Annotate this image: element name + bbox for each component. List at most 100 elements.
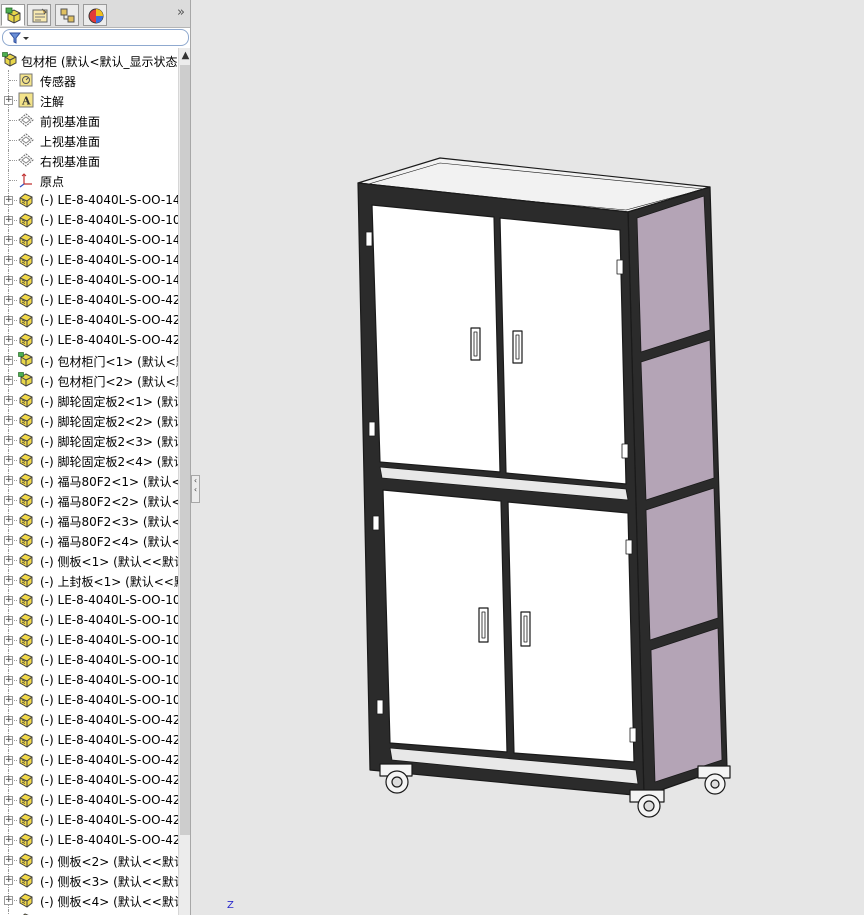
expand-toggle[interactable]: + bbox=[4, 696, 13, 705]
expand-toggle[interactable]: + bbox=[4, 896, 13, 905]
tree-item[interactable]: + (-) LE-8-4040L-S-OO-14 bbox=[0, 230, 178, 250]
tree-item[interactable]: + (-) 侧板<1> (默认<<默认 bbox=[0, 550, 178, 570]
expand-toggle[interactable]: + bbox=[4, 316, 13, 325]
part-icon bbox=[18, 692, 34, 708]
panel-collapse-handle[interactable]: ‹ ‹ bbox=[191, 475, 200, 503]
tree-item[interactable]: + (-) LE-8-4040L-S-OO-10 bbox=[0, 670, 178, 690]
expand-toggle[interactable]: + bbox=[4, 596, 13, 605]
tree-item[interactable]: 传感器 bbox=[0, 70, 178, 90]
expand-toggle[interactable]: + bbox=[4, 376, 13, 385]
tree-item[interactable]: + (-) LE-8-4040L-S-OO-42 bbox=[0, 830, 178, 850]
part-icon bbox=[18, 532, 34, 548]
tree-item[interactable]: + (-) 侧板<2> (默认<<默认 bbox=[0, 850, 178, 870]
tree-item[interactable]: + (-) 福马80F2<3> (默认< bbox=[0, 510, 178, 530]
tree-item[interactable]: + (-) 福马80F2<2> (默认< bbox=[0, 490, 178, 510]
expand-toggle[interactable]: + bbox=[4, 536, 13, 545]
tree-item[interactable]: + (-) LE-8-4040L-S-OO-10 bbox=[0, 610, 178, 630]
expand-toggle[interactable]: + bbox=[4, 616, 13, 625]
expand-toggle[interactable]: + bbox=[4, 516, 13, 525]
tree-item[interactable]: + (-) LE-8-4040L-S-OO-10 bbox=[0, 630, 178, 650]
expand-toggle[interactable]: + bbox=[4, 256, 13, 265]
expand-toggle[interactable]: + bbox=[4, 636, 13, 645]
tree-item[interactable]: + (-) 侧板<3> (默认<<默认 bbox=[0, 870, 178, 890]
tree-item[interactable]: + A 注解 bbox=[0, 90, 178, 110]
expand-toggle[interactable]: + bbox=[4, 336, 13, 345]
tree-item[interactable]: + (-) LE-8-4040L-S-OO-10 bbox=[0, 210, 178, 230]
tree-item[interactable]: 右视基准面 bbox=[0, 150, 178, 170]
tree-item[interactable]: + (-) 脚轮固定板2<3> (默认 bbox=[0, 430, 178, 450]
tree-item[interactable]: + (-) 脚轮固定板2<4> (默认 bbox=[0, 450, 178, 470]
tree-item[interactable]: + (-) 福马80F2<1> (默认< bbox=[0, 470, 178, 490]
tab-property-manager[interactable] bbox=[27, 4, 51, 26]
part-icon bbox=[18, 312, 34, 328]
tree-item[interactable]: + (-) LE-8-4040L-S-OO-10 bbox=[0, 650, 178, 670]
expand-toggle[interactable]: + bbox=[4, 816, 13, 825]
expand-toggle[interactable]: + bbox=[4, 436, 13, 445]
tab-feature-manager[interactable] bbox=[1, 4, 25, 26]
tree-item[interactable]: + (-) LE-8-4040L-S-OO-42 bbox=[0, 770, 178, 790]
expand-toggle[interactable]: + bbox=[4, 796, 13, 805]
tree-item[interactable]: + (-) LE-8-4040L-S-OO-10 bbox=[0, 690, 178, 710]
tree-item[interactable]: + (-) LE-8-4040L-S-OO-10 bbox=[0, 590, 178, 610]
expand-toggle[interactable]: + bbox=[4, 876, 13, 885]
scroll-thumb[interactable] bbox=[180, 65, 190, 835]
tree-scrollbar[interactable]: ▲ bbox=[178, 48, 190, 915]
expand-toggle[interactable]: + bbox=[4, 216, 13, 225]
expand-toggle[interactable]: + bbox=[4, 296, 13, 305]
tree-item[interactable]: + (-) LE-8-4040L-S-OO-42 bbox=[0, 710, 178, 730]
expand-toggle[interactable]: + bbox=[4, 396, 13, 405]
expand-toggle[interactable]: + bbox=[4, 736, 13, 745]
tree-item[interactable]: + (-) 包材柜门<2> (默认<默 bbox=[0, 370, 178, 390]
expand-toggle[interactable]: + bbox=[4, 496, 13, 505]
tree-item[interactable]: + (-) 脚轮固定板2<2> (默认 bbox=[0, 410, 178, 430]
expand-toggle[interactable]: + bbox=[4, 456, 13, 465]
tree-item[interactable]: + (-) LE-8-4040L-S-OO-42 bbox=[0, 310, 178, 330]
expand-toggle[interactable]: + bbox=[4, 476, 13, 485]
tree-root-assembly[interactable]: 包材柜 (默认<默认_显示状态 bbox=[0, 50, 178, 70]
filter-input[interactable] bbox=[2, 29, 189, 46]
tree-item[interactable]: 上视基准面 bbox=[0, 130, 178, 150]
expand-toggle[interactable]: + bbox=[4, 836, 13, 845]
expand-toggle[interactable]: + bbox=[4, 856, 13, 865]
expand-toggle[interactable]: + bbox=[4, 716, 13, 725]
expand-toggle[interactable]: + bbox=[4, 236, 13, 245]
expand-toggle[interactable]: + bbox=[4, 356, 13, 365]
expand-toggle[interactable]: + bbox=[4, 96, 13, 105]
tree-item[interactable]: + (-) LE-8-4040L-S-OO-42 bbox=[0, 330, 178, 350]
side-panel-1 bbox=[636, 195, 711, 353]
expand-toggle[interactable]: + bbox=[4, 416, 13, 425]
tree-item[interactable]: + (-) 包材柜门<1> (默认<默 bbox=[0, 350, 178, 370]
scroll-up-button[interactable]: ▲ bbox=[179, 48, 190, 64]
tree-item-label: (-) 福马80F2<1> (默认< bbox=[40, 475, 178, 489]
expand-toggle[interactable]: + bbox=[4, 276, 13, 285]
tree-item[interactable]: + (-) 上封板<1> (默认<<默 bbox=[0, 570, 178, 590]
tree-item[interactable]: + (-) 侧板<4> (默认<<默认 bbox=[0, 890, 178, 910]
tree-item[interactable]: + (-) LE-8-4040L-S-OO-14 bbox=[0, 270, 178, 290]
tree-item[interactable]: + (-) 脚轮固定板2<1> (默认 bbox=[0, 390, 178, 410]
expand-toggle[interactable]: + bbox=[4, 196, 13, 205]
tree-item[interactable]: + (-) LE-8-4040L-S-OO-42 bbox=[0, 290, 178, 310]
plane-icon bbox=[18, 132, 34, 148]
tree-item[interactable]: + (-) LE-8-4040L-S-OO-14 bbox=[0, 250, 178, 270]
expand-toggle[interactable]: + bbox=[4, 556, 13, 565]
tree-item[interactable]: + (-) LE-8-4040L-S-OO-14 bbox=[0, 190, 178, 210]
expand-toggle[interactable]: + bbox=[4, 656, 13, 665]
expand-toggle[interactable]: + bbox=[4, 756, 13, 765]
tree-item[interactable]: 原点 bbox=[0, 170, 178, 190]
graphics-viewport[interactable] bbox=[200, 0, 864, 915]
part-icon bbox=[18, 232, 34, 248]
tab-configuration-manager[interactable] bbox=[55, 4, 79, 26]
tree-connector bbox=[9, 160, 17, 161]
expand-toggle[interactable]: + bbox=[4, 576, 13, 585]
tree-item[interactable]: + (-) LE-8-4040L-S-OO-42 bbox=[0, 730, 178, 750]
expand-toggle[interactable]: + bbox=[4, 676, 13, 685]
expand-panel-button[interactable]: » bbox=[177, 5, 185, 20]
tree-item[interactable]: + (-) LE-8-4040L-S-OO-42 bbox=[0, 810, 178, 830]
tree-item[interactable]: + (-) LE-8-4040L-S-OO-42 bbox=[0, 790, 178, 810]
tab-display-manager[interactable] bbox=[83, 4, 107, 26]
tree-item[interactable]: 前视基准面 bbox=[0, 110, 178, 130]
tree-item[interactable]: +(-) 侧板<5> (默认<<默认 bbox=[0, 910, 178, 915]
expand-toggle[interactable]: + bbox=[4, 776, 13, 785]
tree-item[interactable]: + (-) 福马80F2<4> (默认< bbox=[0, 530, 178, 550]
tree-item[interactable]: + (-) LE-8-4040L-S-OO-42 bbox=[0, 750, 178, 770]
